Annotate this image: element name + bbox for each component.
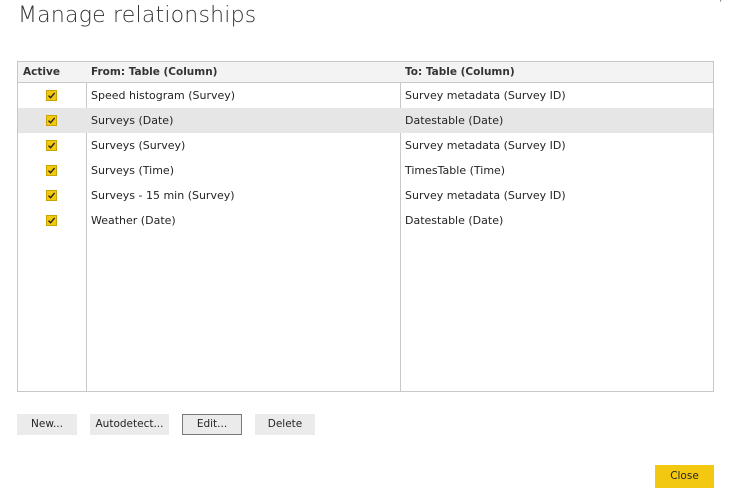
active-checkbox[interactable] (46, 190, 57, 201)
to-cell: Datestable (Date) (405, 214, 504, 227)
table-row[interactable]: Surveys - 15 min (Survey) Survey metadat… (18, 183, 713, 208)
to-cell: Datestable (Date) (405, 114, 504, 127)
header-active[interactable]: Active (23, 66, 60, 78)
active-checkbox[interactable] (46, 215, 57, 226)
header-from[interactable]: From: Table (Column) (91, 66, 217, 78)
active-checkbox[interactable] (46, 140, 57, 151)
table-header: Active From: Table (Column) To: Table (C… (18, 62, 713, 83)
dialog-title: Manage relationships (18, 3, 257, 28)
active-checkbox[interactable] (46, 90, 57, 101)
active-checkbox[interactable] (46, 115, 57, 126)
table-row[interactable]: Surveys (Date) Datestable (Date) (18, 108, 713, 133)
to-cell: Survey metadata (Survey ID) (405, 139, 566, 152)
from-cell: Surveys - 15 min (Survey) (91, 189, 235, 202)
from-cell: Speed histogram (Survey) (91, 89, 236, 102)
from-cell: Surveys (Date) (91, 114, 174, 127)
to-cell: Survey metadata (Survey ID) (405, 89, 566, 102)
relationships-table: Active From: Table (Column) To: Table (C… (17, 61, 714, 392)
to-cell: TimesTable (Time) (405, 164, 506, 177)
table-row[interactable]: Weather (Date) Datestable (Date) (18, 208, 713, 233)
from-cell: Weather (Date) (91, 214, 176, 227)
active-checkbox[interactable] (46, 165, 57, 176)
table-row[interactable]: Surveys (Survey) Survey metadata (Survey… (18, 133, 713, 158)
close-button[interactable]: Close (655, 465, 714, 488)
from-cell: Surveys (Survey) (91, 139, 186, 152)
table-row[interactable]: Surveys (Time) TimesTable (Time) (18, 158, 713, 183)
manage-relationships-dialog: Manage relationships , Active From: Tabl… (0, 0, 731, 503)
to-cell: Survey metadata (Survey ID) (405, 189, 566, 202)
delete-button[interactable]: Delete (255, 414, 315, 435)
new-button[interactable]: New... (17, 414, 77, 435)
autodetect-button[interactable]: Autodetect... (90, 414, 169, 435)
close-icon[interactable]: , (719, 0, 729, 4)
from-cell: Surveys (Time) (91, 164, 174, 177)
table-row[interactable]: Speed histogram (Survey) Survey metadata… (18, 83, 713, 108)
header-to[interactable]: To: Table (Column) (405, 66, 515, 78)
edit-button[interactable]: Edit... (182, 414, 242, 435)
